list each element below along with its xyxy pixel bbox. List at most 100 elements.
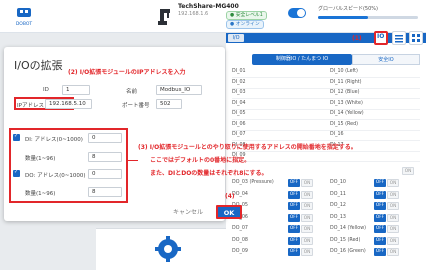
di-row: DI_06 xyxy=(232,120,322,130)
name-label: 名前 xyxy=(126,89,138,95)
top-bar: DOBOT TechShare-MG400 192.168.1.6 ● 安全レベ… xyxy=(0,0,426,33)
do-count-field[interactable]: 8 xyxy=(88,187,122,197)
annotation-3-line1: (3) I/O拡張モジュールとのやり取りに使用するアドレスの開始番地を指定する。 xyxy=(138,144,357,151)
do-off-button[interactable]: OFF xyxy=(288,225,300,233)
do-checkbox[interactable] xyxy=(13,169,20,177)
row-divider xyxy=(232,161,420,162)
di-label: DI_13 (White) xyxy=(330,101,363,106)
do-on-button[interactable]: ON xyxy=(301,225,313,233)
on-indicator: ON xyxy=(402,166,420,176)
grid-icon[interactable] xyxy=(409,31,423,45)
list-icon[interactable] xyxy=(392,31,406,45)
di-row: DI_12 (Blue) xyxy=(330,88,420,98)
di-row: DI_04 xyxy=(232,99,322,109)
gear-icon xyxy=(155,236,181,262)
di-label: DI_02 xyxy=(232,80,246,85)
do-off-button[interactable]: OFF xyxy=(374,248,386,256)
do-row: DO_16 (Green) OFF ON xyxy=(330,247,420,257)
do-row: DO_06 OFF ON xyxy=(232,213,322,223)
io-extension-button[interactable]: IO xyxy=(374,31,388,45)
do-on-button[interactable]: ON xyxy=(301,248,313,256)
id-field[interactable]: 1 xyxy=(62,85,90,95)
di-row: DI_10 (Left) xyxy=(330,67,420,77)
do-label: DO_08 xyxy=(232,238,248,243)
do-label: DO_14 (Yellow) xyxy=(330,226,367,231)
tab-safety-io[interactable]: 安全IO xyxy=(352,54,420,65)
do-on-button[interactable]: ON xyxy=(387,191,399,199)
do-label: DO_15 (Red) xyxy=(330,238,361,243)
id-label: ID xyxy=(43,87,49,93)
do-row: DO_03 (Pressure) OFF ON xyxy=(232,178,322,188)
do-on-button[interactable]: ON xyxy=(387,202,399,210)
ip-address-field[interactable]: 192.168.5.10 xyxy=(45,99,92,109)
do-label: DO_13 xyxy=(330,215,346,220)
do-off-button[interactable]: OFF xyxy=(288,237,300,245)
di-row: DI_11 (Right) xyxy=(330,78,420,88)
di-row: DI_03 xyxy=(232,88,322,98)
do-on-button[interactable]: ON xyxy=(301,237,313,245)
di-label: DI_12 (Blue) xyxy=(330,90,360,95)
do-off-button[interactable]: OFF xyxy=(288,179,300,187)
do-label: DO_07 xyxy=(232,226,248,231)
do-on-button[interactable]: ON xyxy=(387,179,399,187)
do-on-button[interactable]: ON xyxy=(387,237,399,245)
do-on-button[interactable]: ON xyxy=(387,225,399,233)
do-row: DO_05 OFF ON xyxy=(232,201,322,211)
di-row: DI_13 (White) xyxy=(330,99,420,109)
port-label: ポート番号 xyxy=(122,103,150,109)
di-checkbox[interactable] xyxy=(13,133,20,141)
do-row: DO_04 OFF ON xyxy=(232,190,322,200)
do-on-button[interactable]: ON xyxy=(301,191,313,199)
tab-io[interactable]: I/O xyxy=(228,34,244,42)
do-off-button[interactable]: OFF xyxy=(288,214,300,222)
di-address-field[interactable]: 0 xyxy=(88,133,122,143)
name-field[interactable]: Modbus_IO xyxy=(156,85,202,95)
svg-text:DOBOT: DOBOT xyxy=(16,21,33,27)
do-off-button[interactable]: OFF xyxy=(374,179,386,187)
do-off-button[interactable]: OFF xyxy=(288,248,300,256)
do-off-button[interactable]: OFF xyxy=(374,225,386,233)
do-on-button[interactable]: ON xyxy=(301,179,313,187)
di-count-field[interactable]: 8 xyxy=(88,152,122,162)
robot-arm-icon xyxy=(158,9,170,25)
di-count-label: 数量(1~96) xyxy=(25,156,56,162)
do-off-button[interactable]: OFF xyxy=(374,191,386,199)
do-on-button[interactable]: ON xyxy=(387,248,399,256)
do-off-button[interactable]: OFF xyxy=(288,191,300,199)
do-off-button[interactable]: OFF xyxy=(374,202,386,210)
do-off-button[interactable]: OFF xyxy=(288,202,300,210)
di-label: DI_03 xyxy=(232,90,246,95)
dialog-title: I/Oの拡張 xyxy=(14,59,63,72)
di-label: DI_10 (Left) xyxy=(330,69,358,74)
annotation-3-line3: また、DIとDOの数量はそれぞれ8にする。 xyxy=(150,170,268,177)
global-speed-label: グローバルスピード(50%) xyxy=(318,6,378,12)
do-on-button[interactable]: ON xyxy=(301,214,313,222)
enable-toggle[interactable] xyxy=(288,8,306,18)
on-label: ON xyxy=(402,167,414,175)
global-speed-slider[interactable] xyxy=(318,16,418,19)
di-label: DI_15 (Red) xyxy=(330,122,358,127)
di-row: DI_16 xyxy=(330,130,420,140)
di-row: DI_02 xyxy=(232,78,322,88)
ok-button[interactable]: OK xyxy=(216,205,242,219)
do-label: DO_09 xyxy=(232,249,248,254)
ip-label: IPアドレス xyxy=(17,103,44,109)
cancel-button[interactable]: キャンセル xyxy=(165,207,211,218)
annotation-1: (1) xyxy=(352,35,362,42)
device-name: TechShare-MG400 xyxy=(178,3,239,10)
di-row: DI_01 xyxy=(232,67,322,77)
di-label: DI_07 xyxy=(232,132,246,137)
do-label: DO_16 (Green) xyxy=(330,249,366,254)
io-subtabs: 制御器IO / たんまつ IO 安全IO xyxy=(232,54,422,65)
tab-controller-io[interactable]: 制御器IO / たんまつ IO xyxy=(252,54,352,65)
do-off-button[interactable]: OFF xyxy=(374,214,386,222)
do-off-button[interactable]: OFF xyxy=(374,237,386,245)
do-address-field[interactable]: 0 xyxy=(88,169,122,179)
do-on-button[interactable]: ON xyxy=(387,214,399,222)
do-on-button[interactable]: ON xyxy=(301,202,313,210)
io-button-label: IO xyxy=(377,33,385,40)
annotation-4: (4) xyxy=(225,193,235,200)
do-address-label: DO: アドレス(0~1000) xyxy=(25,173,86,179)
port-field[interactable]: 502 xyxy=(156,99,182,109)
settings-tile[interactable] xyxy=(96,228,226,270)
